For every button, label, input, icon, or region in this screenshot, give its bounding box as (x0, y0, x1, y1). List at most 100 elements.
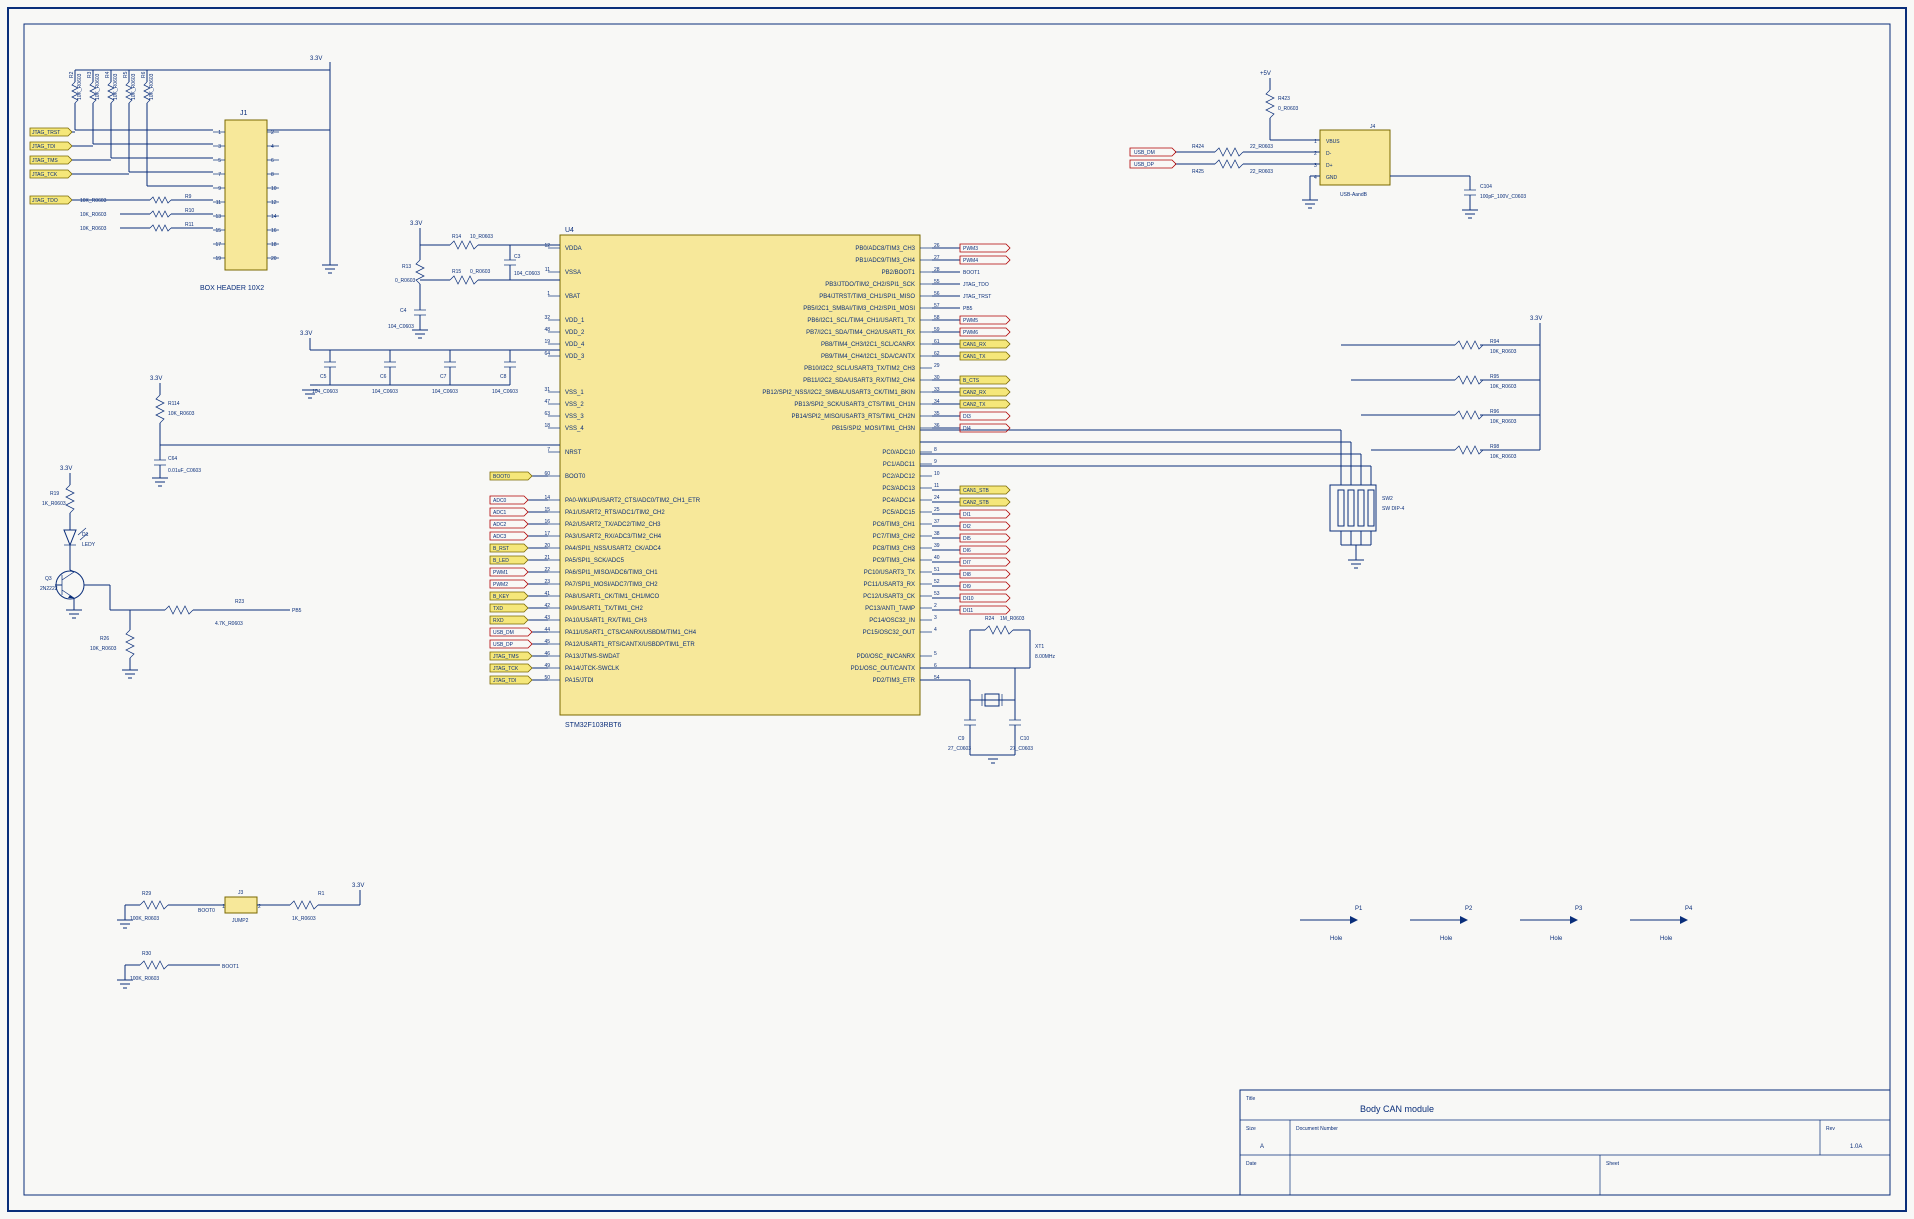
svg-text:PA1/USART2_RTS/ADC1/TIM2_CH2: PA1/USART2_RTS/ADC1/TIM2_CH2 (565, 510, 665, 516)
dip-block: 3.3V R9410K_R0603R9510K_R0603R9610K_R060… (920, 316, 1542, 568)
svg-text:PB0/ADC8/TIM3_CH3: PB0/ADC8/TIM3_CH3 (855, 246, 915, 252)
svg-text:PA2/USART2_TX/ADC2/TIM2_CH3: PA2/USART2_TX/ADC2/TIM2_CH3 (565, 522, 661, 528)
svg-text:1K_R0603: 1K_R0603 (292, 916, 316, 922)
svg-text:R9: R9 (185, 194, 192, 200)
svg-text:JTAG_TCK: JTAG_TCK (493, 666, 519, 672)
svg-text:PC12/USART3_CK: PC12/USART3_CK (863, 594, 915, 600)
svg-text:10K_R0603: 10K_R0603 (1490, 454, 1517, 460)
svg-text:PC3/ADC13: PC3/ADC13 (882, 486, 915, 492)
svg-text:PA11/USART1_CTS/CANRX/USBDM/TI: PA11/USART1_CTS/CANRX/USBDM/TIM1_CH4 (565, 630, 697, 636)
r13: R13 0_R0603 (395, 245, 424, 300)
svg-text:D1: D1 (82, 532, 89, 538)
svg-text:USB_DP: USB_DP (1134, 162, 1155, 168)
svg-text:USB_DP: USB_DP (493, 642, 514, 648)
svg-text:C104: C104 (1480, 184, 1492, 190)
svg-text:63: 63 (544, 411, 550, 417)
svg-text:R98: R98 (1490, 444, 1499, 450)
svg-text:R30: R30 (142, 951, 151, 957)
svg-text:R3: R3 (87, 71, 93, 78)
svg-text:PC11/USART3_RX: PC11/USART3_RX (864, 582, 915, 588)
title-text: Body CAN module (1360, 1104, 1434, 1114)
svg-text:PA12/USART1_RTS/CANTX/USBDP/TI: PA12/USART1_RTS/CANTX/USBDP/TIM1_ETR (565, 642, 695, 648)
svg-text:Q3: Q3 (45, 576, 52, 582)
svg-text:10K_R0603: 10K_R0603 (77, 73, 83, 100)
svg-text:1: 1 (222, 904, 225, 910)
svg-text:10K_R0603: 10K_R0603 (80, 212, 107, 218)
mcu-partno: STM32F103RBT6 (565, 722, 622, 729)
svg-text:9: 9 (934, 459, 937, 465)
svg-text:PB5: PB5 (963, 306, 973, 312)
svg-text:D-: D- (1326, 151, 1332, 157)
svg-text:53: 53 (934, 591, 940, 597)
svg-text:2: 2 (1314, 151, 1317, 157)
r19: R19 1K_R0603 (42, 485, 74, 513)
svg-text:JTAG_TDI: JTAG_TDI (493, 678, 516, 684)
svg-text:SW2: SW2 (1382, 496, 1393, 502)
svg-text:P1: P1 (1355, 906, 1363, 912)
svg-text:0.01uF_C0603: 0.01uF_C0603 (168, 468, 201, 474)
svg-text:DI2: DI2 (963, 524, 971, 530)
svg-text:3: 3 (1314, 163, 1317, 169)
svg-text:52: 52 (934, 579, 940, 585)
svg-text:13: 13 (215, 214, 221, 220)
svg-text:PA8/USART1_CK/TIM1_CH1/MCO: PA8/USART1_CK/TIM1_CH1/MCO (565, 594, 659, 600)
svg-text:C4: C4 (400, 308, 407, 314)
svg-text:P4: P4 (1685, 906, 1693, 912)
svg-text:PA15/JTDI: PA15/JTDI (565, 678, 594, 684)
svg-text:ADC1: ADC1 (493, 510, 507, 516)
svg-text:PB6/I2C1_SCL/TIM4_CH1/USART1_T: PB6/I2C1_SCL/TIM4_CH1/USART1_TX (807, 318, 915, 324)
svg-text:PD0/OSC_IN/CANRX: PD0/OSC_IN/CANRX (857, 654, 915, 660)
r30: R30 100K_R0603 (130, 951, 168, 982)
svg-text:10K_R0603: 10K_R0603 (168, 411, 195, 417)
svg-text:0_R0603: 0_R0603 (395, 278, 416, 284)
svg-text:6: 6 (271, 158, 274, 164)
svg-text:25: 25 (934, 507, 940, 513)
svg-text:PC5/ADC15: PC5/ADC15 (882, 510, 915, 516)
svg-text:8: 8 (934, 447, 937, 453)
svg-text:PA6/SPI1_MISO/ADC6/TIM3_CH1: PA6/SPI1_MISO/ADC6/TIM3_CH1 (565, 570, 658, 576)
svg-text:P2: P2 (1465, 906, 1473, 912)
svg-text:8.00MHz: 8.00MHz (1035, 654, 1056, 660)
svg-text:C8: C8 (500, 374, 507, 380)
svg-text:PB8/TIM4_CH3/I2C1_SCL/CANRX: PB8/TIM4_CH3/I2C1_SCL/CANRX (821, 342, 915, 348)
svg-text:1: 1 (1314, 139, 1317, 145)
svg-text:R10: R10 (185, 208, 194, 214)
svg-text:20: 20 (271, 256, 277, 262)
svg-text:DI6: DI6 (963, 548, 971, 554)
mcu-block: U4 STM32F103RBT6 12VDDA11VSSA1VBAT32VDD_… (544, 227, 939, 729)
svg-text:R96: R96 (1490, 409, 1499, 415)
svg-text:7: 7 (547, 447, 550, 453)
svg-text:11: 11 (545, 267, 550, 273)
svg-text:BOOT0: BOOT0 (565, 474, 586, 480)
svg-text:Hole: Hole (1660, 936, 1673, 942)
svg-text:LEDY: LEDY (82, 542, 96, 548)
svg-text:32: 32 (544, 315, 550, 321)
svg-text:VSS_2: VSS_2 (565, 402, 584, 408)
svg-text:5: 5 (934, 651, 937, 657)
svg-text:PA14/JTCK-SWCLK: PA14/JTCK-SWCLK (565, 666, 619, 672)
v33-jtag: 3.3V (310, 56, 322, 62)
jtag-pullups: R210K_R0603R310K_R0603R410K_R0603R510K_R… (69, 70, 213, 186)
mcu-ref: U4 (565, 227, 574, 234)
svg-text:GND: GND (1326, 175, 1338, 181)
svg-text:PB3/JTDO/TIM2_CH2/SPI1_SCK: PB3/JTDO/TIM2_CH2/SPI1_SCK (825, 282, 915, 288)
c104: C104 100pF_100V_C0603 (1464, 184, 1526, 200)
svg-text:51: 51 (934, 567, 940, 573)
decoupling-caps: 3.3V C5104_C0603C6104_C0603C7104_C0603C8… (300, 331, 560, 398)
svg-text:USB_DM: USB_DM (493, 630, 514, 636)
svg-text:JTAG_TDO: JTAG_TDO (963, 282, 989, 288)
svg-text:BOOT1: BOOT1 (963, 270, 980, 276)
schematic-canvas: U4 STM32F103RBT6 12VDDA11VSSA1VBAT32VDD_… (0, 0, 1914, 1219)
svg-text:12: 12 (271, 200, 277, 206)
svg-text:USB_DM: USB_DM (1134, 150, 1155, 156)
svg-text:R24: R24 (985, 616, 994, 622)
svg-text:PWM1: PWM1 (493, 570, 508, 576)
svg-text:VDD_3: VDD_3 (565, 354, 585, 360)
svg-text:JTAG_TMS: JTAG_TMS (32, 158, 58, 164)
svg-text:104_C0603: 104_C0603 (432, 389, 458, 395)
svg-text:PD1/OSC_OUT/CANTX: PD1/OSC_OUT/CANTX (851, 666, 915, 672)
svg-text:VDDA: VDDA (565, 246, 582, 252)
svg-text:PA9/USART1_TX/TIM1_CH2: PA9/USART1_TX/TIM1_CH2 (565, 606, 643, 612)
svg-text:PA5/SPI1_SCK/ADC5: PA5/SPI1_SCK/ADC5 (565, 558, 625, 564)
svg-text:10K_R0603: 10K_R0603 (131, 73, 137, 100)
